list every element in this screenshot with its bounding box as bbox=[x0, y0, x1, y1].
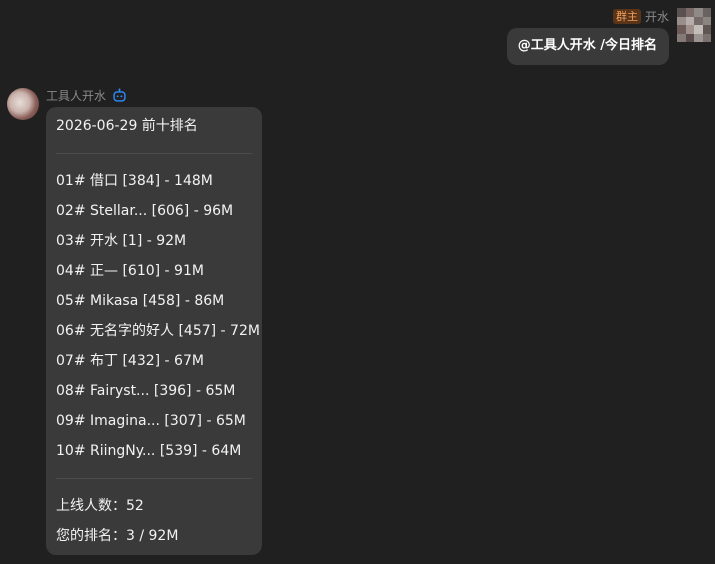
bot-icon bbox=[113, 88, 126, 102]
outgoing-avatar[interactable] bbox=[677, 8, 711, 42]
ranking-title: 2026-06-29 前十排名 bbox=[56, 118, 198, 134]
outgoing-message-bubble[interactable]: @工具人开水 /今日排名 bbox=[506, 28, 669, 65]
ranking-item-6: 06# 无名字的好人 [457] - 72M bbox=[56, 323, 260, 339]
divider bbox=[56, 478, 252, 479]
ranking-item-8: 08# Fairyst... [396] - 65M bbox=[56, 383, 236, 399]
incoming-sender-name[interactable]: 工具人开水 bbox=[46, 87, 106, 104]
ranking-item-4: 04# 正— [610] - 91M bbox=[56, 263, 204, 279]
ranking-item-1: 01# 借口 [384] - 148M bbox=[56, 173, 213, 189]
ranking-item-3: 03# 开水 [1] - 92M bbox=[56, 233, 187, 249]
your-rank: 您的排名：3 / 92M bbox=[56, 528, 179, 544]
owner-badge: 群主 bbox=[612, 9, 641, 24]
online-count: 上线人数：52 bbox=[56, 498, 144, 514]
ranking-item-7: 07# 布丁 [432] - 67M bbox=[56, 353, 204, 369]
outgoing-sender-name[interactable]: 开水 bbox=[645, 8, 669, 25]
outgoing-sender-meta: 群主 开水 bbox=[612, 8, 669, 25]
incoming-avatar[interactable] bbox=[7, 88, 39, 120]
incoming-sender-meta: 工具人开水 bbox=[46, 87, 127, 104]
ranking-item-2: 02# Stellar... [606] - 96M bbox=[56, 203, 234, 219]
chat-window: 群主 开水 @工具人开水 /今日排名 工具人开水 2026-06-29 前十排名… bbox=[0, 0, 715, 564]
incoming-message-bubble[interactable]: 2026-06-29 前十排名 01# 借口 [384] - 148M 02# … bbox=[46, 107, 262, 555]
ranking-item-5: 05# Mikasa [458] - 86M bbox=[56, 293, 225, 309]
divider bbox=[56, 153, 252, 154]
ranking-item-10: 10# RiingNy... [539] - 64M bbox=[56, 443, 242, 459]
ranking-item-9: 09# Imagina... [307] - 65M bbox=[56, 413, 246, 429]
